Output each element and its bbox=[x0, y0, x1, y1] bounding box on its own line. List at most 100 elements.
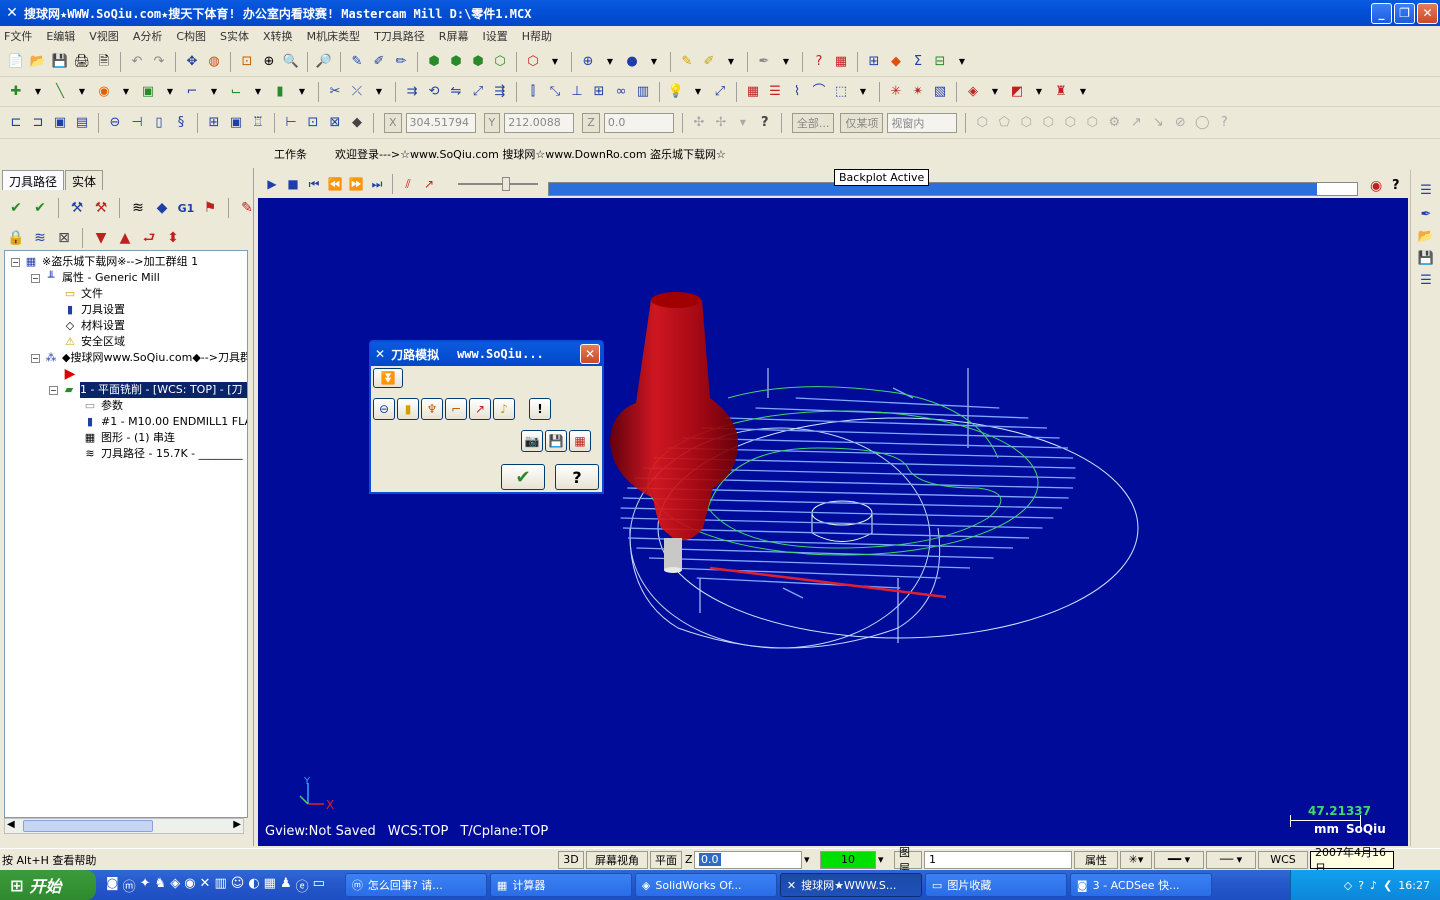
table-icon[interactable]: ▦ bbox=[743, 82, 763, 102]
screenshot-button[interactable]: 📷 bbox=[521, 430, 543, 452]
dropdown-arrow-icon[interactable]: ▼ bbox=[1073, 82, 1093, 102]
save-geometry-button[interactable]: 💾 bbox=[545, 430, 567, 452]
measure-icon[interactable]: ✐ bbox=[699, 52, 719, 72]
fit-icon[interactable]: ⊡ bbox=[237, 52, 257, 72]
dropdown-arrow-icon[interactable]: ▼ bbox=[721, 52, 741, 72]
grid-icon[interactable]: ▦ bbox=[831, 52, 851, 72]
lock-icon[interactable]: 🔒 bbox=[6, 228, 26, 248]
display-tool-button[interactable]: ▮ bbox=[397, 398, 419, 420]
taskbar-item-acdsee[interactable]: ◙ 3 - ACDSee 快... bbox=[1069, 873, 1212, 897]
solid-icon[interactable]: ▮ bbox=[270, 82, 290, 102]
mirror-icon[interactable]: ⇋ bbox=[446, 82, 466, 102]
toolpath-icon[interactable]: ✳ bbox=[886, 82, 906, 102]
tree-node-tool-settings[interactable]: ▮ 刀具设置 bbox=[63, 302, 125, 318]
tree-node-operation-1[interactable]: − ▰ 1 - 平面铣削 - [WCS: TOP] - [刀 bbox=[49, 382, 247, 398]
cursor3-icon[interactable]: ▣ bbox=[50, 113, 70, 133]
last-icon[interactable]: ⏭ bbox=[367, 174, 387, 194]
dropdown-arrow-icon[interactable]: ▼ bbox=[853, 82, 873, 102]
trails-icon[interactable]: ⫽ bbox=[398, 174, 418, 194]
tree-node-files[interactable]: ▭ 文件 bbox=[63, 286, 103, 302]
cursor2-icon[interactable]: ⊐ bbox=[28, 113, 48, 133]
mesh-icon[interactable]: ⊠ bbox=[325, 113, 345, 133]
array-icon[interactable]: ⊞ bbox=[589, 82, 609, 102]
wireframe-icon[interactable]: ✐ bbox=[369, 52, 389, 72]
minimize-button[interactable]: _ bbox=[1371, 3, 1392, 24]
dialog-title-bar[interactable]: ✕ 刀路模拟 www.SoQiu... ✕ bbox=[371, 342, 602, 366]
dropdown-arrow-icon[interactable]: ▼ bbox=[776, 52, 796, 72]
box-icon[interactable]: ▣ bbox=[226, 113, 246, 133]
point-style-dropdown[interactable]: ✳▾ bbox=[1120, 850, 1152, 869]
dropdown-arrow-icon[interactable]: ▼ bbox=[160, 82, 180, 102]
toolbar-icon-5[interactable]: ☰ bbox=[1416, 270, 1436, 290]
attributes-button[interactable]: 属性 bbox=[1074, 850, 1118, 869]
backplot-icon[interactable]: ≋ bbox=[128, 198, 148, 218]
save-icon[interactable]: 💾 bbox=[50, 52, 70, 72]
quicklaunch-ie-icon[interactable]: ⓔ bbox=[296, 876, 309, 895]
display-rapid-button[interactable]: ⌐ bbox=[445, 398, 467, 420]
y-coord-input[interactable]: 212.0088 bbox=[504, 112, 575, 133]
g1-post-icon[interactable]: G1 bbox=[176, 198, 196, 218]
toolbar-icon-2[interactable]: ✒ bbox=[1416, 204, 1436, 224]
verify-sel-icon[interactable]: ↘ bbox=[1148, 113, 1168, 133]
drill-icon[interactable]: ⌇ bbox=[787, 82, 807, 102]
snap3-icon[interactable]: ▯ bbox=[149, 113, 169, 133]
quicklaunch-qq-icon[interactable]: ♟ bbox=[280, 876, 292, 895]
select-invalid-icon[interactable]: ✔ bbox=[30, 198, 50, 218]
quicklaunch-grid-icon[interactable]: ▦ bbox=[264, 876, 276, 895]
scale-icon[interactable]: ⤢ bbox=[468, 82, 488, 102]
menu-machine-type[interactable]: M机床类型 bbox=[307, 28, 361, 44]
first-icon[interactable]: ⏮ bbox=[304, 174, 324, 194]
close-button[interactable]: ✕ bbox=[1417, 3, 1438, 24]
no-icon[interactable]: ⊘ bbox=[1170, 113, 1190, 133]
pencil-icon[interactable]: ✎ bbox=[677, 52, 697, 72]
play-icon[interactable]: ▶ bbox=[262, 174, 282, 194]
cube-icon[interactable]: ◆ bbox=[347, 113, 367, 133]
delete-ops-icon[interactable]: ✎ bbox=[237, 198, 257, 218]
chain-icon[interactable]: ⬡ bbox=[972, 113, 992, 133]
bottle-icon[interactable]: ♖ bbox=[248, 113, 268, 133]
rectangle-icon[interactable]: ▣ bbox=[138, 82, 158, 102]
step-back-icon[interactable]: ⏪ bbox=[325, 174, 345, 194]
z-depth-dropdown-icon[interactable]: ▾ bbox=[804, 850, 818, 869]
taskbar-item-calculator[interactable]: ▦ 计算器 bbox=[489, 873, 632, 897]
loop-icon[interactable]: ◯ bbox=[1192, 113, 1212, 133]
tray-help-icon[interactable]: ? bbox=[1358, 879, 1364, 892]
quicklaunch-app2-icon[interactable]: ♞ bbox=[155, 876, 167, 895]
wrap-icon[interactable]: ∞ bbox=[611, 82, 631, 102]
frame-icon[interactable]: ⊡ bbox=[303, 113, 323, 133]
globe-icon[interactable]: ⊕ bbox=[578, 52, 598, 72]
grid2-icon[interactable]: ⊞ bbox=[204, 113, 224, 133]
shade-icon[interactable]: ✏ bbox=[391, 52, 411, 72]
print-preview-icon[interactable]: 🗎 bbox=[94, 52, 114, 72]
insert-arrow-icon[interactable]: ⮐ bbox=[139, 228, 159, 248]
point-icon[interactable]: ✚ bbox=[6, 82, 26, 102]
tab-solids[interactable]: 实体 bbox=[65, 170, 104, 190]
quicklaunch-firefox-icon[interactable]: ◐ bbox=[248, 876, 259, 895]
tree-node-toolpath-group[interactable]: − ⁂ ◆搜球网www.SoQiu.com◆-->刀具群 bbox=[31, 350, 247, 366]
dropdown-arrow-icon[interactable]: ▼ bbox=[644, 52, 664, 72]
trim-icon[interactable]: ✂ bbox=[325, 82, 345, 102]
high-speed-icon[interactable]: ⚑ bbox=[200, 198, 220, 218]
break-icon[interactable]: ⤫ bbox=[347, 82, 367, 102]
menu-file[interactable]: F文件 bbox=[4, 28, 32, 44]
dropdown-arrow-icon[interactable]: ▼ bbox=[985, 82, 1005, 102]
fast-point-icon[interactable]: ✣ bbox=[689, 113, 709, 133]
z-coord-input[interactable]: 0.0 bbox=[603, 112, 674, 133]
menu-view[interactable]: V视图 bbox=[89, 28, 119, 44]
dropdown-arrow-icon[interactable]: ▼ bbox=[248, 82, 268, 102]
screen-view-button[interactable]: 屏幕视角 bbox=[586, 850, 648, 869]
post-icon[interactable]: ◩ bbox=[1007, 82, 1027, 102]
toolbar-icon-4[interactable]: 💾 bbox=[1416, 248, 1436, 268]
sigma-icon[interactable]: Σ bbox=[908, 52, 928, 72]
area-icon[interactable]: ⬡ bbox=[1060, 113, 1080, 133]
select-all-ops-icon[interactable]: ✔ bbox=[6, 198, 26, 218]
tool-icon[interactable]: ✒ bbox=[754, 52, 774, 72]
toggle-post-icon[interactable]: ⊠ bbox=[54, 228, 74, 248]
regen-dirty-icon[interactable]: ⚒ bbox=[91, 198, 111, 218]
window-select-icon[interactable]: ⬠ bbox=[994, 113, 1014, 133]
taskbar-item-pictures[interactable]: ▭ 图片收藏 bbox=[924, 873, 1067, 897]
x-coord-input[interactable]: 304.51794 bbox=[405, 112, 476, 133]
project-icon[interactable]: ⊥ bbox=[567, 82, 587, 102]
display-holder-button[interactable]: ♆ bbox=[421, 398, 443, 420]
surface-icon[interactable]: ⌒ bbox=[809, 82, 829, 102]
